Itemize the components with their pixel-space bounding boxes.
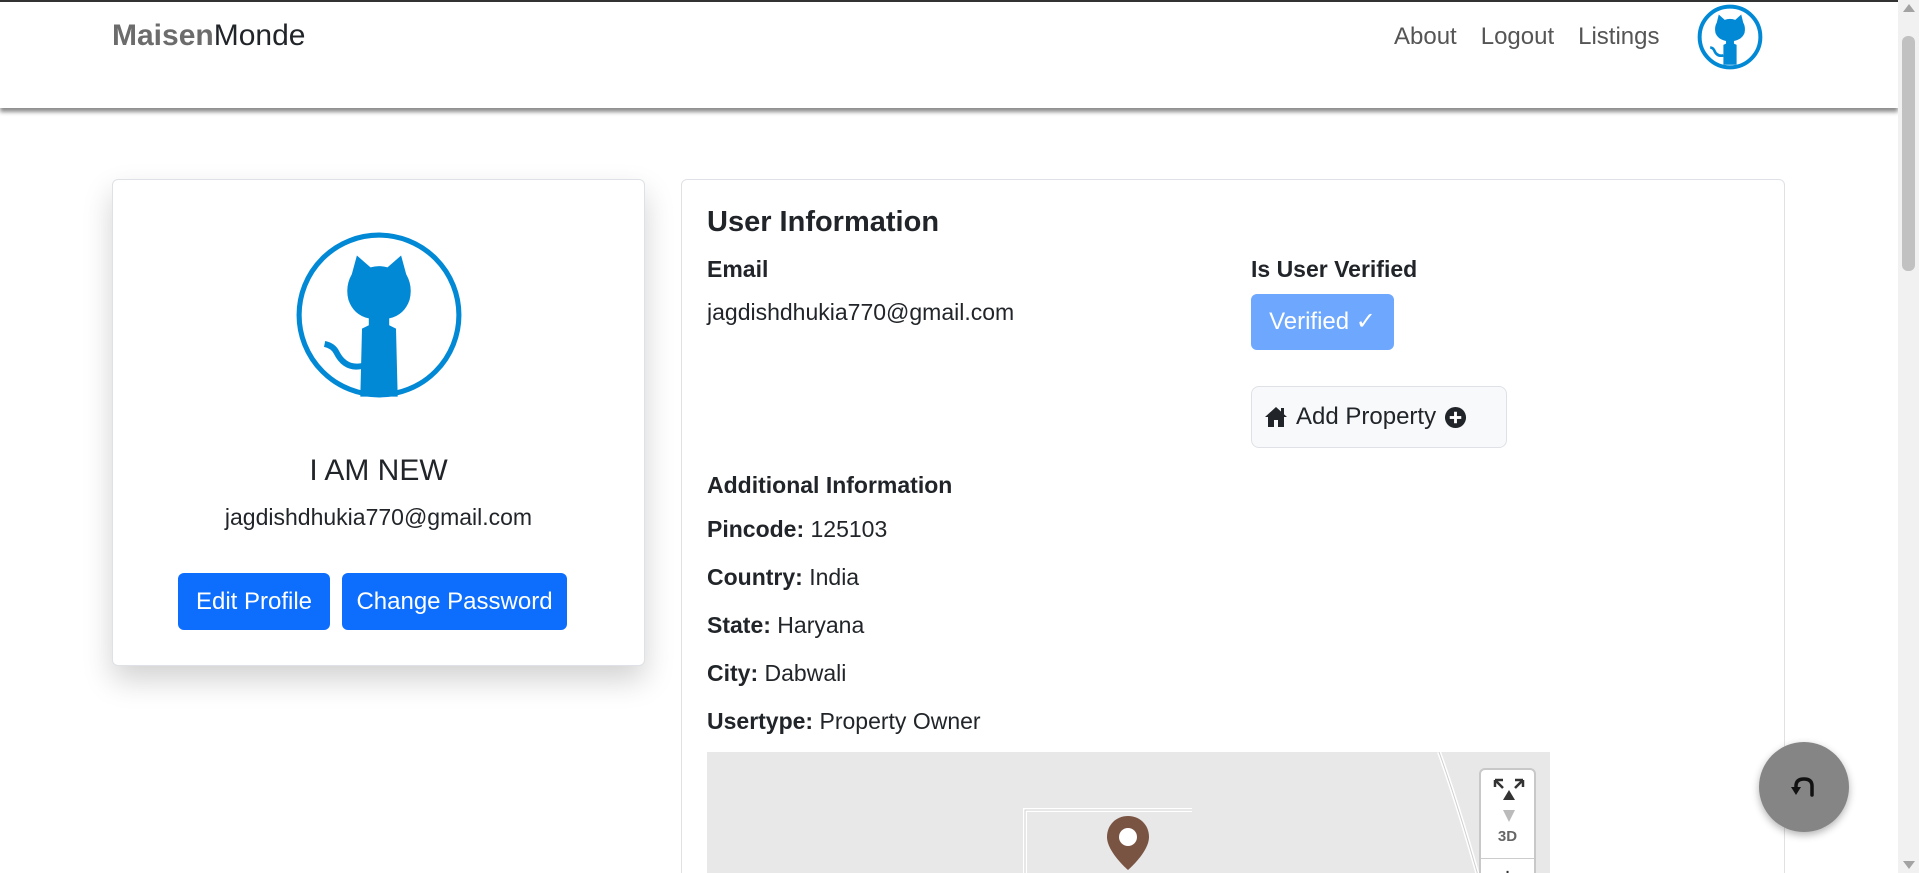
map-pin-icon[interactable] [1104,814,1152,873]
home-icon [1265,407,1287,427]
nav-link-listings[interactable]: Listings [1578,17,1659,57]
plus-circle-icon [1445,406,1467,428]
scroll-thumb[interactable] [1902,36,1915,271]
nav-link-logout[interactable]: Logout [1481,17,1554,57]
detail-country: Country: India [707,564,859,591]
fullscreen-icon[interactable] [1493,778,1525,806]
detail-label: City: [707,660,759,686]
detail-value: Haryana [770,612,865,638]
profile-card: I AM NEW jagdishdhukia770@gmail.com Edit… [112,179,645,666]
additional-info-label: Additional Information [707,472,953,498]
add-property-button[interactable]: Add Property [1251,386,1507,448]
detail-city: City: Dabwali [707,660,846,687]
navbar: MaisenMonde About Logout Listings [0,0,1898,108]
location-map[interactable]: 3D + [707,752,1550,873]
page-scrollbar[interactable] [1898,0,1919,873]
map-3d-toggle[interactable]: 3D [1481,828,1534,845]
compass-icon[interactable] [1501,810,1517,824]
add-property-label: Add Property [1296,403,1437,430]
map-control-divider [1481,858,1534,859]
verified-label: Is User Verified [1251,256,1418,282]
user-info-title: User Information [707,206,940,238]
detail-value: India [802,564,860,590]
change-password-button[interactable]: Change Password [342,573,567,630]
detail-usertype: Usertype: Property Owner [707,708,981,735]
map-zoom-in-button[interactable]: + [1481,862,1534,873]
nav-links: About Logout Listings [1394,17,1660,57]
detail-pincode: Pincode: 125103 [707,516,887,543]
detail-value: Dabwali [758,660,847,686]
detail-state: State: Haryana [707,612,864,639]
profile-name: I AM NEW [309,454,448,487]
edit-profile-button[interactable]: Edit Profile [178,573,330,630]
brand-logo[interactable]: MaisenMonde [112,16,305,56]
detail-label: Usertype: [707,708,814,734]
email-label: Email [707,256,769,282]
undo-arrow-icon [1791,777,1814,797]
email-value: jagdishdhukia770@gmail.com [707,299,1015,325]
detail-label: State: [707,612,771,638]
profile-email: jagdishdhukia770@gmail.com [224,504,533,530]
detail-label: Country: [707,564,803,590]
undo-fab-button[interactable] [1759,742,1849,832]
brand-bold: Maisen [112,19,214,52]
detail-value: 125103 [804,516,888,542]
user-info-card: User Information Email jagdishdhukia770@… [681,179,1785,873]
map-controls: 3D + [1479,768,1536,873]
detail-value: Property Owner [813,708,981,734]
verified-badge: Verified ✓ [1251,294,1394,350]
brand-regular: Monde [213,19,306,52]
nav-avatar-icon[interactable] [1697,4,1763,70]
scroll-up-arrow-icon[interactable] [1903,4,1915,12]
profile-avatar-icon [296,232,462,398]
scroll-down-arrow-icon[interactable] [1903,861,1915,869]
nav-link-about[interactable]: About [1394,17,1457,57]
detail-label: Pincode: [707,516,805,542]
